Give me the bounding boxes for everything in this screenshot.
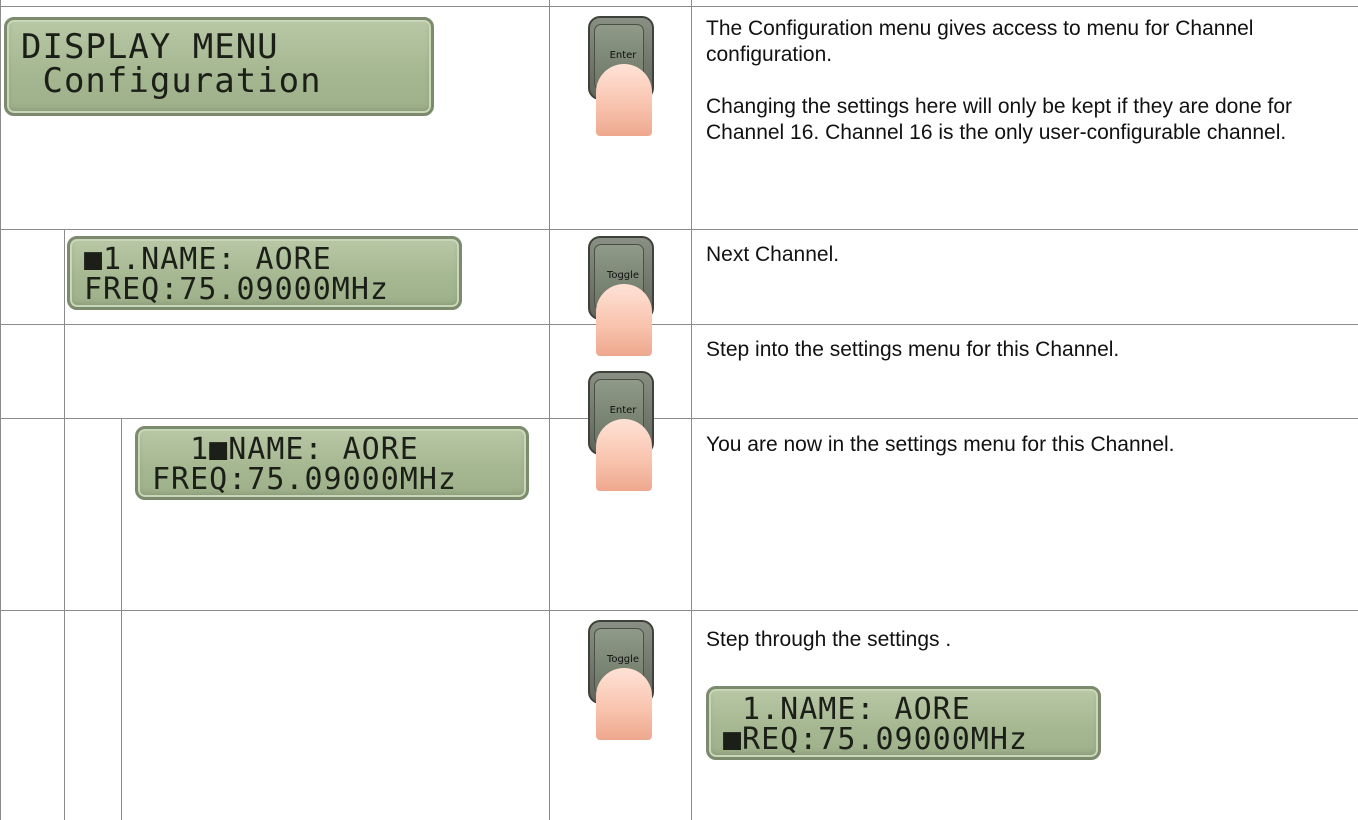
row-description: You are now in the settings menu for thi… (706, 432, 1354, 458)
lcd-line: ■1.NAME: AORE (84, 242, 332, 277)
row-divider (0, 229, 1358, 230)
lcd-line: DISPLAY MENU (21, 27, 279, 67)
description-paragraph: You are now in the settings menu for thi… (706, 433, 1175, 456)
finger-press-icon (596, 668, 652, 740)
description-paragraph: The Configuration menu gives access to m… (706, 17, 1254, 66)
table-border-left (0, 0, 1, 820)
lcd-line: 1■NAME: AORE (152, 432, 419, 467)
row-divider (0, 418, 1358, 419)
lcd-line: 1.NAME: AORE (723, 692, 971, 727)
finger-press-icon (596, 284, 652, 356)
description-paragraph: Next Channel. (706, 243, 840, 266)
finger-press-icon (596, 419, 652, 491)
lcd-line: FREQ:75.09000MHz (152, 462, 457, 497)
lcd-line: ■REQ:75.09000MHz (723, 722, 1028, 757)
enter-button-label: Enter (609, 50, 637, 61)
column-divider (549, 0, 550, 820)
column-divider (691, 0, 692, 820)
enter-button[interactable]: Enter (586, 371, 660, 491)
lcd-settings-menu: 1■NAME: AORE FREQ:75.09000MHz (135, 426, 529, 500)
description-paragraph: Step into the settings menu for this Cha… (706, 338, 1120, 361)
column-divider (121, 419, 122, 820)
description-paragraph: Changing the settings here will only be … (706, 95, 1293, 144)
toggle-button[interactable]: Toggle (586, 620, 660, 740)
row-divider (0, 324, 1358, 325)
toggle-button-label: Toggle (606, 270, 640, 281)
toggle-button-label: Toggle (606, 654, 640, 665)
lcd-line: FREQ:75.09000MHz (84, 272, 389, 307)
column-divider (64, 230, 65, 820)
row-description: Next Channel. (706, 242, 1346, 268)
row-description: The Configuration menu gives access to m… (706, 16, 1346, 146)
enter-button-label: Enter (609, 405, 637, 416)
toggle-button[interactable]: Toggle (586, 236, 660, 356)
row-description: Step into the settings menu for this Cha… (706, 337, 1346, 363)
lcd-display-menu: DISPLAY MENU Configuration (4, 17, 434, 116)
row-description: Step through the settings . (706, 627, 1346, 653)
description-paragraph: Step through the settings . (706, 628, 952, 651)
enter-button[interactable]: Enter (586, 16, 660, 136)
table-border-top (0, 6, 1358, 7)
lcd-channel-name: ■1.NAME: AORE FREQ:75.09000MHz (67, 236, 462, 310)
row-divider (0, 610, 1358, 611)
lcd-freq-setting: 1.NAME: AORE ■REQ:75.09000MHz (706, 686, 1101, 760)
lcd-line: Configuration (21, 61, 322, 101)
finger-press-icon (596, 64, 652, 136)
